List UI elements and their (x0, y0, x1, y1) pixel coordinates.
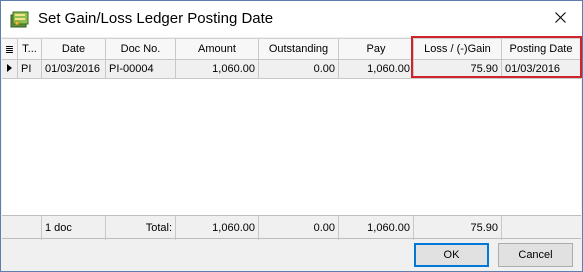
column-header-loss-gain[interactable]: Loss / (-)Gain (414, 39, 502, 60)
column-header-pay[interactable]: Pay (339, 39, 414, 60)
cell-amount[interactable]: 1,060.00 (176, 60, 259, 79)
footer-amount-total: 1,060.00 (176, 216, 259, 240)
footer-total-label: Total: (106, 216, 176, 240)
row-indicator[interactable] (2, 60, 18, 79)
column-header-date[interactable]: Date (42, 39, 106, 60)
column-header-doc-no[interactable]: Doc No. (106, 39, 176, 60)
row-pointer-icon (7, 63, 12, 75)
dialog-title: Set Gain/Loss Ledger Posting Date (38, 10, 274, 27)
cell-outstanding[interactable]: 0.00 (259, 60, 339, 79)
ledger-grid: ≣ T... Date Doc No. Amount Outstanding P… (2, 38, 581, 216)
footer-spacer (2, 216, 42, 240)
column-header-amount[interactable]: Amount (176, 39, 259, 60)
cell-date[interactable]: 01/03/2016 (42, 60, 106, 79)
cell-doc-no[interactable]: PI-00004 (106, 60, 176, 79)
cell-loss-gain[interactable]: 75.90 (414, 60, 502, 79)
cell-type[interactable]: PI (18, 60, 42, 79)
close-icon (554, 12, 566, 26)
title-bar: Set Gain/Loss Ledger Posting Date (1, 1, 582, 37)
footer-loss-gain-total: 75.90 (414, 216, 502, 240)
footer-outstanding-total: 0.00 (259, 216, 339, 240)
cell-pay[interactable]: 1,060.00 (339, 60, 414, 79)
footer-posting-date-empty (502, 216, 581, 240)
column-header-type[interactable]: T... (18, 39, 42, 60)
cancel-button[interactable]: Cancel (498, 243, 573, 267)
column-menu-button[interactable]: ≣ (2, 39, 18, 60)
column-header-outstanding[interactable]: Outstanding (259, 39, 339, 60)
totals-footer: 1 doc Total: 1,060.00 0.00 1,060.00 75.9… (2, 215, 581, 240)
ledger-app-icon (10, 10, 30, 28)
cell-posting-date[interactable]: 01/03/2016 (502, 60, 581, 79)
dialog-window: Set Gain/Loss Ledger Posting Date ≣ T...… (0, 0, 583, 272)
footer-doc-count: 1 doc (42, 216, 106, 240)
ok-button[interactable]: OK (414, 243, 489, 267)
column-header-posting-date[interactable]: Posting Date (502, 39, 581, 60)
footer-pay-total: 1,060.00 (339, 216, 414, 240)
close-button[interactable] (545, 5, 575, 33)
